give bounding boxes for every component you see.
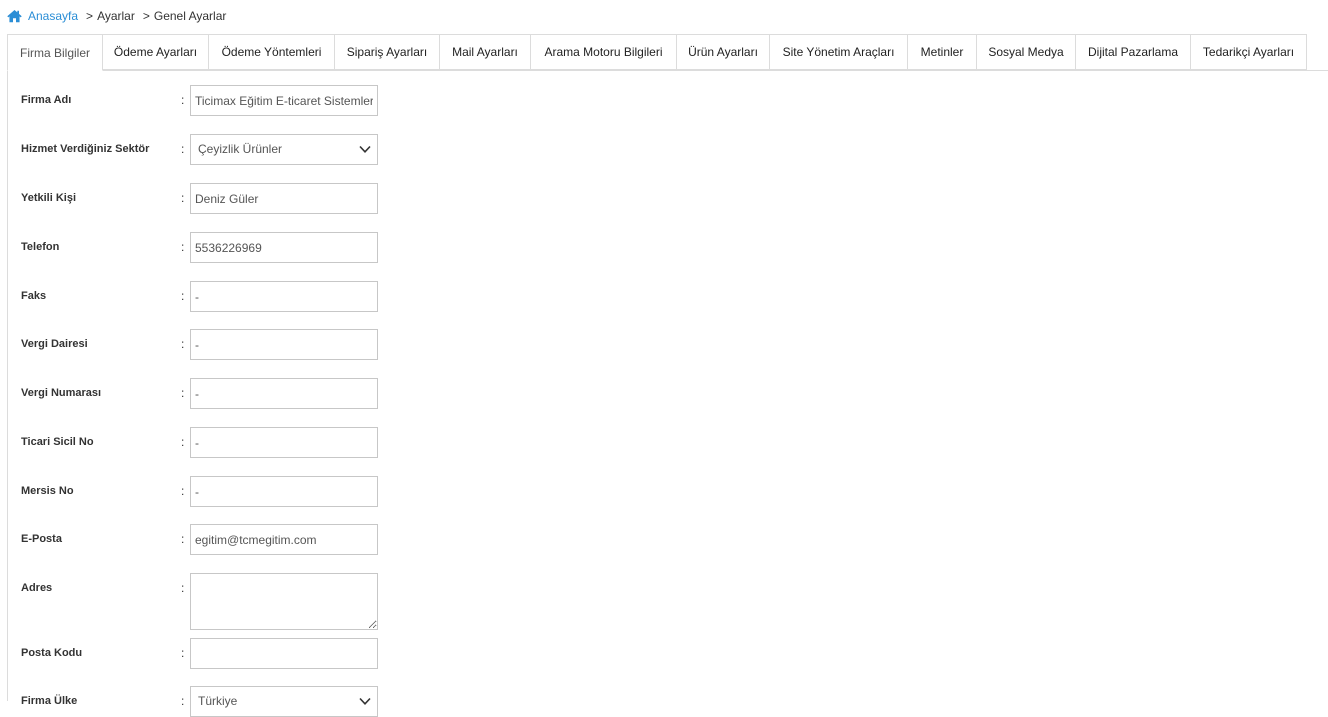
tab-site-yonetim-araclari[interactable]: Site Yönetim Araçları xyxy=(770,34,908,70)
faks-label: Faks xyxy=(21,290,47,302)
tab-sosyal-medya[interactable]: Sosyal Medya xyxy=(977,34,1076,70)
adres-textarea[interactable] xyxy=(190,573,378,630)
form-row-sektor: Hizmet Verdiğiniz Sektör : Çeyizlik Ürün… xyxy=(21,134,381,165)
vergi-dairesi-input[interactable] xyxy=(190,329,378,360)
home-icon[interactable] xyxy=(7,9,22,23)
yetkili-label: Yetkili Kişi xyxy=(21,192,77,204)
faks-input[interactable] xyxy=(190,281,378,312)
tab-arama-motoru-bilgileri[interactable]: Arama Motoru Bilgileri xyxy=(531,34,677,70)
sektor-select[interactable]: Çeyizlik Ürünler xyxy=(190,134,378,165)
breadcrumb-separator: > xyxy=(86,9,94,23)
vergi-dairesi-label: Vergi Dairesi xyxy=(21,338,88,350)
telefon-label: Telefon xyxy=(21,241,60,253)
ulke-label: Firma Ülke xyxy=(21,695,78,707)
telefon-input[interactable] xyxy=(190,232,378,263)
eposta-input[interactable] xyxy=(190,524,378,555)
colon: : xyxy=(181,386,185,400)
form-row-faks: Faks : xyxy=(21,281,381,312)
mersis-no-label: Mersis No xyxy=(21,485,74,497)
adres-label: Adres xyxy=(21,582,53,594)
ulke-select[interactable]: Türkiye xyxy=(190,686,378,717)
colon: : xyxy=(181,646,185,660)
breadcrumb-current: Genel Ayarlar xyxy=(153,9,227,23)
breadcrumb-separator: > xyxy=(142,9,150,23)
form-row-mersis-no: Mersis No : xyxy=(21,476,381,507)
settings-tabs: Firma Bilgiler Ödeme Ayarları Ödeme Yönt… xyxy=(7,34,1328,71)
colon: : xyxy=(181,191,185,205)
form-row-sicil-no: Ticari Sicil No : xyxy=(21,427,381,458)
tab-urun-ayarlari[interactable]: Ürün Ayarları xyxy=(677,34,770,70)
mersis-no-input[interactable] xyxy=(190,476,378,507)
tab-firma-bilgiler[interactable]: Firma Bilgiler xyxy=(7,34,103,71)
yetkili-input[interactable] xyxy=(190,183,378,214)
colon: : xyxy=(181,142,185,156)
vergi-no-input[interactable] xyxy=(190,378,378,409)
colon: : xyxy=(181,532,185,546)
tab-dijital-pazarlama[interactable]: Dijital Pazarlama xyxy=(1076,34,1191,70)
sektor-label: Hizmet Verdiğiniz Sektör xyxy=(21,143,150,155)
colon: : xyxy=(181,289,185,303)
colon: : xyxy=(181,337,185,351)
sicil-no-input[interactable] xyxy=(190,427,378,458)
colon: : xyxy=(181,581,185,595)
tab-siparis-ayarlari[interactable]: Sipariş Ayarları xyxy=(335,34,440,70)
colon: : xyxy=(181,484,185,498)
form-row-eposta: E-Posta : xyxy=(21,524,381,555)
tab-mail-ayarlari[interactable]: Mail Ayarları xyxy=(440,34,531,70)
chevron-down-icon xyxy=(359,697,371,705)
posta-kodu-input[interactable] xyxy=(190,638,378,669)
tab-odeme-ayarlari[interactable]: Ödeme Ayarları xyxy=(103,34,209,70)
form-row-vergi-dairesi: Vergi Dairesi : xyxy=(21,329,381,360)
ulke-selected-value: Türkiye xyxy=(198,694,238,708)
form-row-yetkili: Yetkili Kişi : xyxy=(21,183,381,214)
form-row-firma-adi: Firma Adı : xyxy=(21,85,381,116)
vergi-no-label: Vergi Numarası xyxy=(21,387,102,399)
tab-odeme-yontemleri[interactable]: Ödeme Yöntemleri xyxy=(209,34,335,70)
sektor-selected-value: Çeyizlik Ürünler xyxy=(198,142,283,156)
form-row-telefon: Telefon : xyxy=(21,232,381,263)
form-row-vergi-no: Vergi Numarası : xyxy=(21,378,381,409)
colon: : xyxy=(181,435,185,449)
tab-tedarikci-ayarlari[interactable]: Tedarikçi Ayarları xyxy=(1191,34,1307,70)
form-row-ulke: Firma Ülke : Türkiye xyxy=(21,686,381,717)
form-row-adres: Adres : xyxy=(21,573,381,630)
panel-left-border xyxy=(7,71,8,701)
firma-adi-input[interactable] xyxy=(190,85,378,116)
breadcrumb-ayarlar[interactable]: Ayarlar xyxy=(97,9,135,23)
colon: : xyxy=(181,694,185,708)
eposta-label: E-Posta xyxy=(21,533,62,545)
firma-adi-label: Firma Adı xyxy=(21,94,72,106)
chevron-down-icon xyxy=(359,145,371,153)
tab-metinler[interactable]: Metinler xyxy=(908,34,977,70)
colon: : xyxy=(181,240,185,254)
breadcrumb: Anasayfa > Ayarlar > Genel Ayarlar xyxy=(7,7,226,25)
form-row-posta-kodu: Posta Kodu : xyxy=(21,638,381,669)
sicil-no-label: Ticari Sicil No xyxy=(21,436,94,448)
colon: : xyxy=(181,93,185,107)
posta-kodu-label: Posta Kodu xyxy=(21,647,83,659)
breadcrumb-home-link[interactable]: Anasayfa xyxy=(28,9,78,23)
